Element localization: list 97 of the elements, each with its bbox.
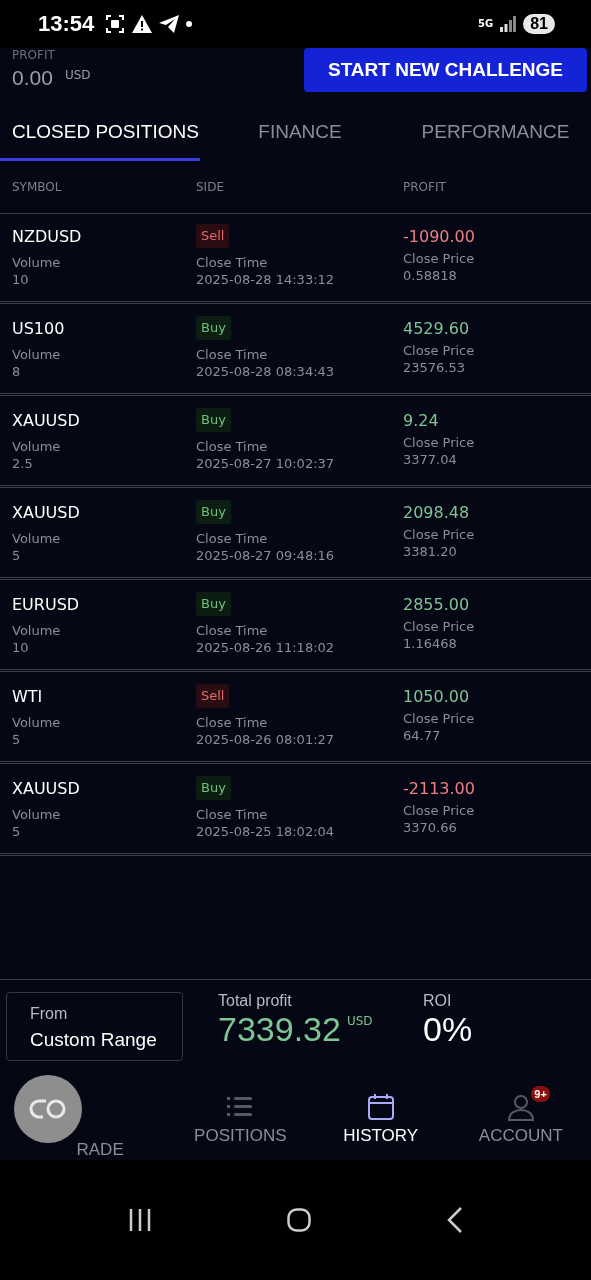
close-time-label: Close Time (196, 714, 268, 731)
volume-value: 5 (12, 731, 21, 748)
profit-amount: -1090.00 (403, 226, 475, 248)
close-time: 2025-08-28 08:34:43 (196, 363, 335, 380)
volume-label: Volume (12, 346, 61, 363)
side-badge: Buy (196, 500, 231, 524)
close-price: 64.77 (403, 727, 441, 744)
volume-value: 8 (12, 363, 21, 380)
column-header: SIDE (196, 180, 225, 194)
side-badge: Sell (196, 224, 230, 248)
roi-label: ROI (423, 991, 453, 1010)
side-badge: Buy (196, 316, 231, 340)
volume-value: 5 (12, 547, 21, 564)
warning-icon (132, 15, 153, 33)
date-range-selector[interactable]: From Custom Range (6, 991, 183, 1061)
side-badge: Buy (196, 592, 231, 616)
close-price: 3377.04 (403, 451, 457, 468)
profit-value: 0.00 (12, 66, 53, 90)
total-profit-value: 7339.32 (218, 1009, 341, 1049)
clock: 13:54 (38, 11, 95, 37)
close-time: 2025-08-28 14:33:12 (196, 271, 335, 288)
close-price-label: Close Price (403, 526, 475, 543)
close-time: 2025-08-26 11:18:02 (196, 639, 335, 656)
symbol: WTI (12, 686, 43, 708)
close-time: 2025-08-25 18:02:04 (196, 823, 335, 840)
back-icon[interactable] (447, 1206, 464, 1233)
signal-icon (500, 16, 517, 32)
nav-tab[interactable]: POSITIONS (170, 1077, 311, 1160)
tab[interactable]: PERFORMANCE (400, 105, 591, 161)
profit-amount: 2855.00 (403, 594, 470, 616)
close-time: 2025-08-27 09:48:16 (196, 547, 335, 564)
home-icon[interactable] (287, 1207, 312, 1232)
close-price: 0.58818 (403, 267, 457, 284)
volume-label: Volume (12, 254, 61, 271)
close-price: 1.16468 (403, 635, 457, 652)
volume-value: 10 (12, 271, 29, 288)
symbol: XAUUSD (12, 778, 80, 800)
symbol: NZDUSD (12, 226, 82, 248)
profit-amount: 4529.60 (403, 318, 470, 340)
column-header: PROFIT (403, 180, 447, 194)
close-price-label: Close Price (403, 710, 475, 727)
nav-tab[interactable]: HISTORY (310, 1077, 451, 1160)
volume-value: 2.5 (12, 455, 33, 472)
link-icon (29, 1097, 67, 1120)
nav-tab[interactable]: RADE (0, 1077, 171, 1160)
close-price-label: Close Price (403, 342, 475, 359)
close-price-label: Close Price (403, 434, 475, 451)
symbol: XAUUSD (12, 410, 80, 432)
close-time-label: Close Time (196, 346, 268, 363)
symbol: US100 (12, 318, 65, 340)
close-price: 3381.20 (403, 543, 457, 560)
close-price: 3370.66 (403, 819, 457, 836)
close-time: 2025-08-27 10:02:37 (196, 455, 335, 472)
volume-value: 5 (12, 823, 21, 840)
send-icon (159, 15, 180, 33)
close-price-label: Close Price (403, 250, 475, 267)
screenshot-icon (105, 14, 126, 34)
roi-value: 0% (423, 1009, 473, 1049)
close-price: 23576.53 (403, 359, 466, 376)
close-time-label: Close Time (196, 530, 268, 547)
profit-amount: 2098.48 (403, 502, 470, 524)
side-badge: Sell (196, 684, 230, 708)
profit-label: PROFIT (12, 48, 56, 62)
side-badge: Buy (196, 408, 231, 432)
profit-amount: 9.24 (403, 410, 439, 432)
start-challenge-button[interactable]: START NEW CHALLENGE (303, 48, 587, 92)
recent-apps-icon[interactable] (127, 1208, 152, 1231)
volume-label: Volume (12, 530, 61, 547)
side-badge: Buy (196, 776, 231, 800)
volume-label: Volume (12, 438, 61, 455)
currency-label: USD (64, 68, 91, 82)
tab[interactable]: CLOSED POSITIONS (0, 105, 200, 161)
close-price-label: Close Price (403, 802, 475, 819)
symbol: XAUUSD (12, 502, 80, 524)
tab[interactable]: FINANCE (200, 105, 400, 161)
volume-label: Volume (12, 622, 61, 639)
nav-tab[interactable]: 9+ ACCOUNT (450, 1077, 591, 1160)
total-profit-label: Total profit (218, 991, 293, 1010)
close-time-label: Close Time (196, 806, 268, 823)
battery-indicator: 81 (523, 14, 555, 34)
column-header: SYMBOL (11, 180, 63, 194)
calendar-icon (365, 1091, 396, 1122)
volume-value: 10 (12, 639, 29, 656)
close-time-label: Close Time (196, 438, 268, 455)
currency-label: USD (346, 1013, 373, 1028)
close-time-label: Close Time (196, 254, 268, 271)
symbol: EURUSD (12, 594, 80, 616)
dot-icon (186, 21, 193, 27)
profit-amount: 1050.00 (403, 686, 470, 708)
close-time: 2025-08-26 08:01:27 (196, 731, 335, 748)
notification-badge: 9+ (531, 1085, 550, 1102)
close-time-label: Close Time (196, 622, 268, 639)
network-label: 5G (478, 19, 494, 29)
volume-label: Volume (12, 806, 61, 823)
volume-label: Volume (12, 714, 61, 731)
profit-amount: -2113.00 (403, 778, 475, 800)
close-price-label: Close Price (403, 618, 475, 635)
